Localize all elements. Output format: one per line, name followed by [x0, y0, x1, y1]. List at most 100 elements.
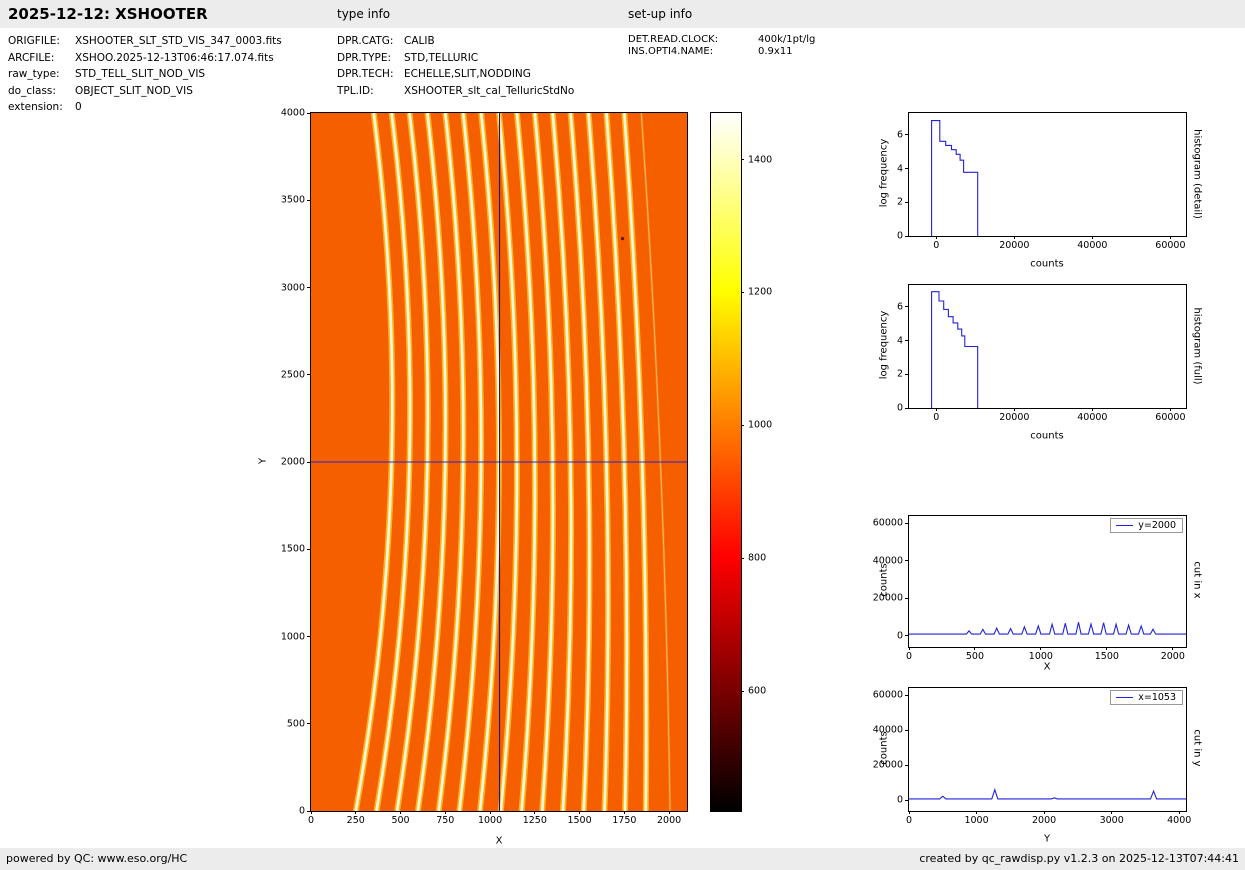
x-tick-label: 0 — [308, 815, 314, 826]
ins-opti4-label: INS.OPTI4.NAME: — [628, 46, 758, 58]
x-tick-mark — [1040, 647, 1041, 650]
y-tick-label: 3500 — [267, 195, 305, 206]
dpr-tech-label: DPR.TECH: — [337, 66, 404, 83]
x-tick-label: 750 — [436, 815, 454, 826]
x-tick-mark — [1092, 408, 1093, 411]
y-tick-mark — [905, 306, 908, 307]
y-tick-mark — [905, 695, 908, 696]
histogram-detail-plot: 02000040000600000246 — [908, 112, 1187, 237]
cut-in-y-plot: 010002000300040000200004000060000 — [908, 687, 1187, 812]
dpr-catg-value: CALIB — [404, 35, 435, 47]
y-tick-mark — [307, 811, 310, 812]
cut-x-legend: y=2000 — [1110, 518, 1183, 533]
image-y-axis-label: Y — [258, 458, 269, 464]
x-tick-label: 500 — [391, 815, 409, 826]
x-tick-label: 0 — [933, 412, 939, 423]
hist-full-y-axis-label: log frequency — [879, 311, 890, 380]
file-info-row: extension:0 — [8, 99, 282, 116]
footer-left-text: powered by QC: www.eso.org/HC — [6, 852, 187, 865]
det-read-clock-value: 400k/1pt/lg — [758, 34, 815, 45]
x-tick-mark — [909, 811, 910, 814]
colorbar-tick-mark — [741, 159, 744, 160]
x-tick-label: 250 — [347, 815, 365, 826]
cut-y-y-axis-label: counts — [879, 731, 890, 764]
cut-y-legend-label: x=1053 — [1138, 692, 1176, 703]
x-tick-mark — [1044, 811, 1045, 814]
cut-y-right-label: cut in y — [1192, 729, 1203, 766]
x-tick-mark — [669, 811, 670, 814]
y-tick-mark — [905, 598, 908, 599]
y-tick-label: 1500 — [267, 544, 305, 555]
footer-bar: powered by QC: www.eso.org/HC created by… — [0, 848, 1245, 870]
y-tick-label: 2000 — [267, 457, 305, 468]
file-info-row: ORIGFILE:XSHOOTER_SLT_STD_VIS_347_0003.f… — [8, 33, 282, 50]
x-tick-label: 1500 — [1095, 651, 1119, 662]
cut-y-legend: x=1053 — [1110, 690, 1183, 705]
x-tick-mark — [1172, 647, 1173, 650]
image-x-axis-label: X — [496, 836, 503, 847]
legend-line-icon — [1116, 697, 1133, 698]
x-tick-label: 1000 — [478, 815, 502, 826]
y-tick-label: 60000 — [865, 690, 903, 701]
hist-full-x-axis-label: counts — [1030, 431, 1063, 442]
x-tick-mark — [579, 811, 580, 814]
cut-in-x-plot: 05001000150020000200004000060000 — [908, 515, 1187, 648]
colorbar-tick-mark — [741, 425, 744, 426]
setup-info-heading: set-up info — [628, 7, 692, 21]
extension-value: 0 — [75, 101, 82, 113]
x-tick-label: 3000 — [1100, 815, 1124, 826]
x-tick-label: 60000 — [1155, 412, 1185, 423]
y-tick-mark — [905, 635, 908, 636]
x-tick-label: 2000 — [1032, 815, 1056, 826]
y-tick-label: 0 — [267, 806, 305, 817]
x-tick-mark — [400, 811, 401, 814]
x-tick-mark — [936, 408, 937, 411]
y-tick-mark — [307, 723, 310, 724]
legend-line-icon — [1116, 525, 1133, 526]
x-tick-mark — [534, 811, 535, 814]
x-tick-mark — [1014, 408, 1015, 411]
colorbar-tick-label: 600 — [748, 686, 766, 697]
y-tick-label: 60000 — [865, 518, 903, 529]
doclass-label: do_class: — [8, 83, 75, 100]
origfile-value: XSHOOTER_SLT_STD_VIS_347_0003.fits — [75, 35, 282, 47]
type-info-heading: type info — [337, 7, 390, 21]
footer-right-text: created by qc_rawdisp.py v1.2.3 on 2025-… — [919, 852, 1239, 865]
y-tick-mark — [307, 287, 310, 288]
cut-y-x-axis-label: Y — [1044, 834, 1050, 845]
y-tick-label: 2500 — [267, 369, 305, 380]
x-tick-label: 1500 — [567, 815, 591, 826]
colorbar-tick-mark — [741, 558, 744, 559]
colorbar-tick-label: 1000 — [748, 420, 772, 431]
y-tick-mark — [905, 236, 908, 237]
x-tick-mark — [355, 811, 356, 814]
y-tick-mark — [905, 765, 908, 766]
extension-label: extension: — [8, 99, 75, 116]
y-tick-label: 0 — [865, 795, 903, 806]
rawtype-label: raw_type: — [8, 66, 75, 83]
y-tick-mark — [905, 374, 908, 375]
cut-x-x-axis-label: X — [1044, 662, 1051, 673]
x-tick-mark — [976, 811, 977, 814]
file-info-row: do_class:OBJECT_SLIT_NOD_VIS — [8, 83, 282, 100]
y-tick-mark — [905, 408, 908, 409]
type-info-block: DPR.CATG:CALIB DPR.TYPE:STD,TELLURIC DPR… — [337, 33, 574, 99]
y-tick-mark — [307, 636, 310, 637]
x-tick-mark — [311, 811, 312, 814]
x-tick-mark — [1111, 811, 1112, 814]
colorbar-tick-label: 800 — [748, 553, 766, 564]
cut-x-right-label: cut in x — [1192, 561, 1203, 598]
dpr-type-value: STD,TELLURIC — [404, 52, 478, 64]
setup-info-row: INS.OPTI4.NAME:0.9x11 — [628, 46, 815, 58]
header-bar: 2025-12-12: XSHOOTER type info set-up in… — [0, 0, 1245, 28]
tpl-id-value: XSHOOTER_slt_cal_TelluricStdNo — [404, 85, 574, 97]
x-tick-label: 20000 — [999, 240, 1029, 251]
x-tick-mark — [1092, 236, 1093, 239]
setup-info-row: DET.READ.CLOCK:400k/1pt/lg — [628, 34, 815, 46]
x-tick-mark — [445, 811, 446, 814]
file-info-row: raw_type:STD_TELL_SLIT_NOD_VIS — [8, 66, 282, 83]
x-tick-label: 40000 — [1077, 240, 1107, 251]
x-tick-label: 1750 — [612, 815, 636, 826]
type-info-row: DPR.TYPE:STD,TELLURIC — [337, 50, 574, 67]
colorbar-tick-mark — [741, 292, 744, 293]
